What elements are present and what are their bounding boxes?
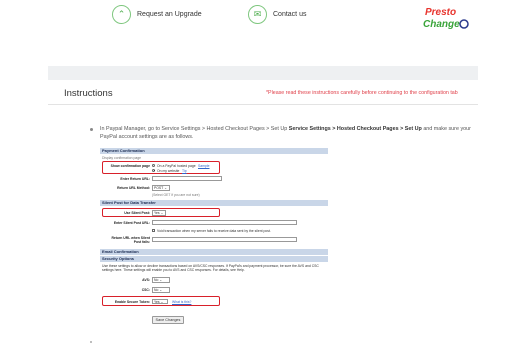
secure-token-value: Yes <box>154 299 160 304</box>
silent-post-fail-label: Return URL when Silent Post fails: <box>111 236 150 244</box>
mail-icon[interactable]: ✉ <box>248 5 267 24</box>
use-silent-post-value: Yes <box>154 211 160 215</box>
silent-post-url-label: Enter Silent Post URL: <box>113 221 150 225</box>
step-prefix: In Paypal Manager, go to Service Setting… <box>100 126 288 132</box>
option-my-website: On my website <box>157 168 180 173</box>
logo-text-presto: Presto <box>425 7 456 18</box>
csc-label: CSC: <box>141 288 150 292</box>
presto-change-logo[interactable]: Presto Change <box>420 4 470 34</box>
paypal-settings-screenshot: Payment Confirmation Display confirmatio… <box>100 148 328 332</box>
avs-select[interactable]: No ⌄ <box>152 277 170 283</box>
void-transaction-text: Void transaction when my server fails to… <box>157 229 271 233</box>
what-is-this-link[interactable]: What is this? <box>172 300 191 304</box>
sample-link[interactable]: Sample <box>198 164 210 168</box>
security-description: Use these settings to allow or decline t… <box>102 264 319 273</box>
csc-select[interactable]: No ⌄ <box>152 287 170 293</box>
radio-paypal-hosted[interactable] <box>152 163 156 167</box>
instructions-title: Instructions <box>64 88 113 99</box>
void-transaction-checkbox[interactable] <box>152 229 156 233</box>
use-silent-post-label: Use Silent Post: <box>124 211 150 215</box>
instructions-warning: *Please read these instructions carefull… <box>266 90 458 96</box>
divider <box>48 104 478 105</box>
show-confirmation-label: Show confirmation page <box>110 164 150 168</box>
avs-value: No <box>154 278 159 282</box>
return-url-input[interactable] <box>152 176 222 181</box>
display-confirmation-hint: Display confirmation page <box>102 156 142 160</box>
instruction-step: In Paypal Manager, go to Service Setting… <box>100 125 478 141</box>
tip-link[interactable]: Tip <box>182 169 187 173</box>
section-security-options: Security Options <box>100 256 328 262</box>
silent-post-fail-input[interactable] <box>152 237 297 242</box>
csc-value: No <box>154 288 159 292</box>
request-upgrade-link[interactable]: Request an Upgrade <box>137 11 202 18</box>
logo-text-change: Change <box>423 19 460 30</box>
top-bar: ⌃ Request an Upgrade ✉ Contact us Presto… <box>0 0 525 40</box>
return-method-hint: (Select GET if you are not sure) <box>152 193 200 197</box>
radio-my-website[interactable] <box>152 168 156 172</box>
secure-token-select[interactable]: Yes ⌄ <box>152 298 168 304</box>
header-band <box>48 66 478 80</box>
silent-post-url-input[interactable] <box>152 220 297 225</box>
section-payment-confirmation: Payment Confirmation <box>100 148 328 154</box>
contact-us-link[interactable]: Contact us <box>273 11 306 18</box>
return-method-select[interactable]: POST ⌄ <box>152 185 170 191</box>
use-silent-post-select[interactable]: Yes ⌄ <box>152 210 166 216</box>
option-paypal-hosted: On a PayPal hosted page <box>157 163 196 168</box>
section-silent-post: Silent Post for Data Transfer <box>100 200 328 206</box>
step-bold: Service Settings > Hosted Checkout Pages… <box>288 126 422 132</box>
secure-token-label: Enable Secure Token: <box>114 299 150 304</box>
chevron-up-circle-icon[interactable]: ⌃ <box>112 5 131 24</box>
section-email-confirmation: Email Confirmation <box>100 249 328 255</box>
avs-label: AVS: <box>142 278 150 282</box>
save-changes-button[interactable]: Save Changes <box>152 316 184 324</box>
bullet-icon <box>90 128 93 131</box>
return-url-label: Enter Return URL: <box>120 177 150 181</box>
return-method-label: Return URL Method: <box>117 186 150 190</box>
return-method-value: POST <box>154 186 164 190</box>
